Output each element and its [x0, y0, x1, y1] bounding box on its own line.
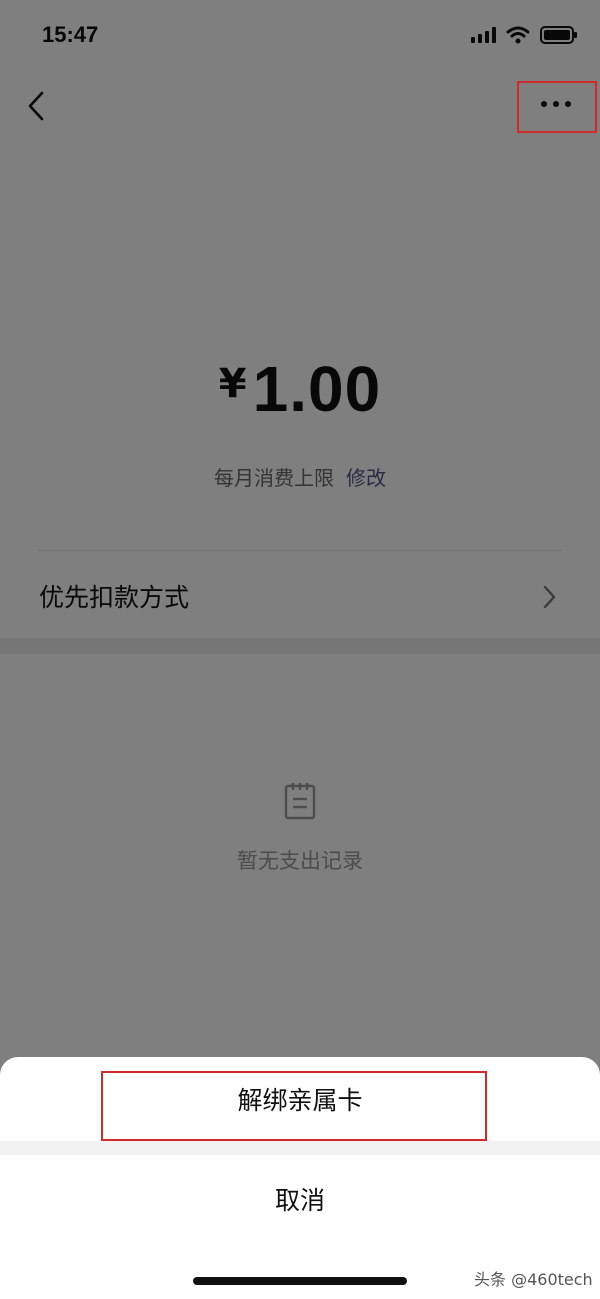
cancel-button[interactable]: 取消: [0, 1155, 600, 1243]
sheet-separator: [0, 1141, 600, 1155]
watermark: 头条 @460tech: [474, 1270, 593, 1289]
highlight-box-unbind: [101, 1071, 487, 1141]
home-indicator[interactable]: [193, 1277, 407, 1285]
highlight-box-more: [517, 81, 597, 133]
